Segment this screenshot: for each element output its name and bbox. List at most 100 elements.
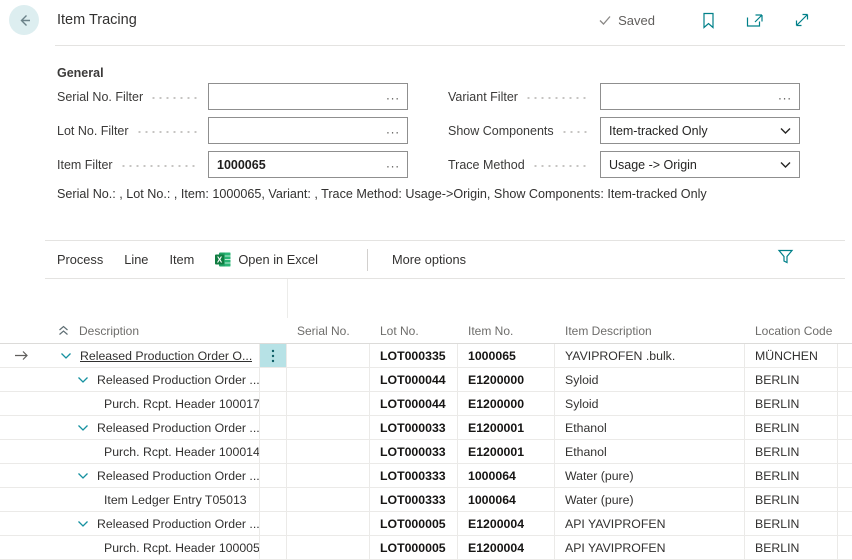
trace-method-select[interactable]: Usage -> Origin [600,151,800,178]
serial-no-cell[interactable] [287,536,370,559]
row-menu-button[interactable] [260,344,286,367]
lot-no-cell[interactable]: LOT000033 [370,440,458,463]
serial-no-cell[interactable] [287,392,370,415]
column-header-serial-no[interactable]: Serial No. [287,324,370,338]
expand-button[interactable] [794,12,810,28]
lot-no-cell[interactable]: LOT000005 [370,536,458,559]
item-no-cell[interactable]: 1000064 [458,464,555,487]
description-cell[interactable]: Released Production Order O... [45,344,260,367]
column-header-description[interactable]: Description [45,324,260,338]
table-row: Released Production Order ... LOT000033E1… [0,416,852,440]
location-code-cell[interactable]: MÜNCHEN [745,344,838,367]
expand-row-chevron-icon[interactable] [77,424,89,432]
description-cell[interactable]: Released Production Order ... [45,464,260,487]
item-no-cell[interactable]: E1200004 [458,536,555,559]
variant-filter-field: Variant Filter ... [448,83,800,110]
lot-no-cell[interactable]: LOT000333 [370,488,458,511]
serial-no-cell[interactable] [287,488,370,511]
menu-line[interactable]: Line [124,252,148,267]
description-cell[interactable]: Released Production Order ... [45,416,260,439]
location-code-cell[interactable]: BERLIN [745,464,838,487]
row-gutter [0,392,45,415]
description-cell[interactable]: Purch. Rcpt. Header 100014 [45,440,260,463]
serial-no-cell[interactable] [287,344,370,367]
description-cell[interactable]: Purch. Rcpt. Header 100005 [45,536,260,559]
description-cell[interactable]: Purch. Rcpt. Header 100017 [45,392,260,415]
menu-process[interactable]: Process [57,252,103,267]
column-header-location-code[interactable]: Location Code [745,324,838,338]
item-no-cell[interactable]: E1200000 [458,392,555,415]
page-title: Item Tracing [57,0,137,40]
row-tail [838,344,852,367]
item-filter-input[interactable]: 1000065 ... [208,151,408,178]
expand-row-chevron-icon[interactable] [77,472,89,480]
expand-row-chevron-icon[interactable] [77,376,89,384]
lot-no-cell[interactable]: LOT000044 [370,368,458,391]
toolbar-separator [367,249,368,271]
back-button[interactable] [9,5,39,35]
column-header-item-description[interactable]: Item Description [555,324,745,338]
location-code-cell[interactable]: BERLIN [745,392,838,415]
description-cell[interactable]: Released Production Order ... [45,512,260,535]
row-menu-cell [260,536,287,559]
serial-no-filter-input[interactable]: ... [208,83,408,110]
column-header-lot-no[interactable]: Lot No. [370,324,458,338]
location-code-cell[interactable]: BERLIN [745,368,838,391]
serial-no-cell[interactable] [287,368,370,391]
item-description-cell[interactable]: Water (pure) [555,464,745,487]
item-no-cell[interactable]: E1200004 [458,512,555,535]
toolbar-divider [45,278,845,279]
show-components-select[interactable]: Item-tracked Only [600,117,800,144]
lot-no-filter-label: Lot No. Filter [57,124,129,138]
lookup-ellipsis-icon[interactable]: ... [778,87,792,102]
row-gutter [0,512,45,535]
filter-button[interactable] [777,248,794,265]
location-code-cell[interactable]: BERLIN [745,416,838,439]
serial-no-cell[interactable] [287,416,370,439]
location-code-cell[interactable]: BERLIN [745,536,838,559]
item-description-cell[interactable]: Syloid [555,392,745,415]
lookup-ellipsis-icon[interactable]: ... [386,121,400,136]
lookup-ellipsis-icon[interactable]: ... [386,155,400,170]
description-text: Released Production Order ... [97,469,259,483]
item-description-cell[interactable]: Water (pure) [555,488,745,511]
variant-filter-input[interactable]: ... [600,83,800,110]
lot-no-cell[interactable]: LOT000044 [370,392,458,415]
lookup-ellipsis-icon[interactable]: ... [386,87,400,102]
share-button[interactable] [746,13,764,28]
item-description-cell[interactable]: Syloid [555,368,745,391]
location-code-cell[interactable]: BERLIN [745,440,838,463]
expand-row-chevron-icon[interactable] [77,520,89,528]
lot-no-cell[interactable]: LOT000033 [370,416,458,439]
description-cell[interactable]: Item Ledger Entry T05013 [45,488,260,511]
menu-item[interactable]: Item [169,252,194,267]
lot-no-cell[interactable]: LOT000335 [370,344,458,367]
bookmark-button[interactable] [701,12,716,29]
item-no-cell[interactable]: 1000065 [458,344,555,367]
item-description-cell[interactable]: Ethanol [555,416,745,439]
collapse-all-icon[interactable] [57,324,70,337]
column-header-item-no[interactable]: Item No. [458,324,555,338]
open-in-excel-button[interactable]: X Open in Excel [215,252,318,267]
lot-no-cell[interactable]: LOT000333 [370,464,458,487]
lot-no-filter-input[interactable]: ... [208,117,408,144]
serial-no-cell[interactable] [287,512,370,535]
table-row: Released Production Order ... LOT00033310… [0,464,852,488]
location-code-cell[interactable]: BERLIN [745,488,838,511]
item-description-cell[interactable]: API YAVIPROFEN [555,512,745,535]
item-description-cell[interactable]: Ethanol [555,440,745,463]
description-cell[interactable]: Released Production Order ... [45,368,260,391]
item-description-cell[interactable]: API YAVIPROFEN [555,536,745,559]
item-no-cell[interactable]: E1200001 [458,416,555,439]
expand-row-chevron-icon[interactable] [60,352,72,360]
lot-no-cell[interactable]: LOT000005 [370,512,458,535]
item-no-cell[interactable]: 1000064 [458,488,555,511]
serial-no-cell[interactable] [287,464,370,487]
item-no-cell[interactable]: E1200000 [458,368,555,391]
serial-no-cell[interactable] [287,440,370,463]
item-no-cell[interactable]: E1200001 [458,440,555,463]
more-options-button[interactable]: More options [392,252,466,267]
location-code-cell[interactable]: BERLIN [745,512,838,535]
bookmark-icon [701,12,716,29]
item-description-cell[interactable]: YAVIPROFEN .bulk. [555,344,745,367]
